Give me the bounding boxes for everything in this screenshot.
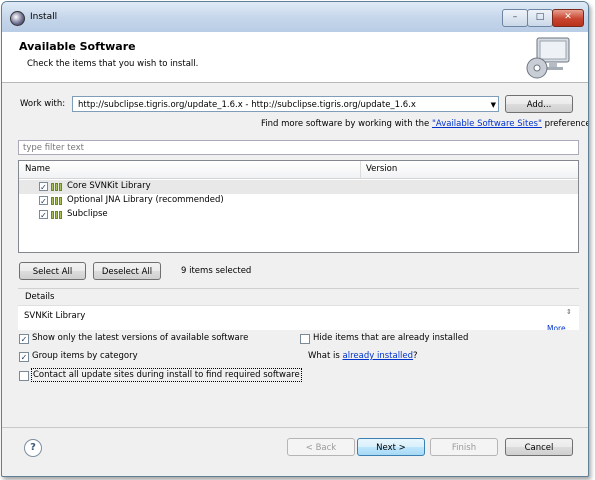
work-with-value: http://subclipse.tigris.org/update_1.6.x… [78,100,416,110]
dropdown-arrow-icon[interactable]: ▼ [491,97,496,113]
filter-input[interactable]: type filter text [18,140,579,155]
column-divider[interactable] [360,161,361,178]
page-subtitle: Check the items that you wish to install… [27,59,199,69]
row-name: Subclipse [67,209,108,219]
add-button[interactable]: Add... [505,95,573,113]
software-table[interactable]: Name Version ✓ Core SVNKit Library ✓ Opt… [18,160,579,253]
group-category-checkbox[interactable]: ✓ [19,352,29,362]
deselect-all-button[interactable]: Deselect All [93,262,161,280]
already-installed-link[interactable]: already installed [343,351,414,361]
page-title: Available Software [19,40,136,53]
eclipse-icon [10,11,25,26]
table-row[interactable]: ✓ Subclipse [19,208,578,222]
install-dialog: Install – □ ✕ Available Software Check t… [1,1,589,477]
finish-button[interactable]: Finish [430,438,498,456]
details-more-link[interactable]: More... [547,324,573,330]
details-scroll-icon[interactable]: ⇕ [566,308,572,316]
footer-separator [2,427,588,428]
title-bar[interactable]: Install – □ ✕ [2,2,588,32]
show-latest-label[interactable]: Show only the latest versions of availab… [32,333,248,343]
row-name: Optional JNA Library (recommended) [67,195,224,205]
select-all-button[interactable]: Select All [19,262,86,280]
package-icon [51,183,64,191]
close-button[interactable]: ✕ [552,9,584,27]
package-icon [51,197,64,205]
details-panel: SVNKit Library ⇕ More... [18,305,579,330]
hide-installed-label[interactable]: Hide items that are already installed [313,333,468,343]
find-more-text: Find more software by working with the "… [261,119,588,129]
maximize-button[interactable]: □ [527,9,553,27]
row-checkbox[interactable]: ✓ [39,182,48,192]
work-with-label: Work with: [20,99,66,109]
selected-count: 9 items selected [181,266,252,276]
window-title: Install [30,12,58,22]
cancel-button[interactable]: Cancel [505,438,573,456]
details-text: SVNKit Library [24,311,86,321]
next-button[interactable]: Next > [357,438,425,456]
column-name[interactable]: Name [25,164,50,174]
work-with-combo[interactable]: http://subclipse.tigris.org/update_1.6.x… [72,96,499,112]
package-icon [51,211,64,219]
install-banner-icon [526,37,570,79]
available-sites-link[interactable]: "Available Software Sites" [432,119,542,129]
contact-sites-checkbox[interactable] [19,371,29,381]
hide-installed-checkbox[interactable] [300,334,310,344]
details-label: Details [25,292,55,302]
column-version[interactable]: Version [366,164,397,174]
row-checkbox[interactable]: ✓ [39,196,48,206]
table-row[interactable]: ✓ Core SVNKit Library [19,180,578,194]
contact-sites-label[interactable]: Contact all update sites during install … [31,368,302,382]
back-button[interactable]: < Back [287,438,355,456]
table-header: Name Version [19,161,578,179]
minimize-button[interactable]: – [502,9,528,27]
wizard-header: Available Software Check the items that … [2,32,588,83]
row-checkbox[interactable]: ✓ [39,210,48,220]
table-row[interactable]: ✓ Optional JNA Library (recommended) [19,194,578,208]
show-latest-checkbox[interactable]: ✓ [19,334,29,344]
group-category-label[interactable]: Group items by category [32,351,138,361]
help-icon[interactable]: ? [24,439,42,457]
what-is-installed-text: What is already installed? [308,351,418,361]
row-name: Core SVNKit Library [67,181,151,191]
